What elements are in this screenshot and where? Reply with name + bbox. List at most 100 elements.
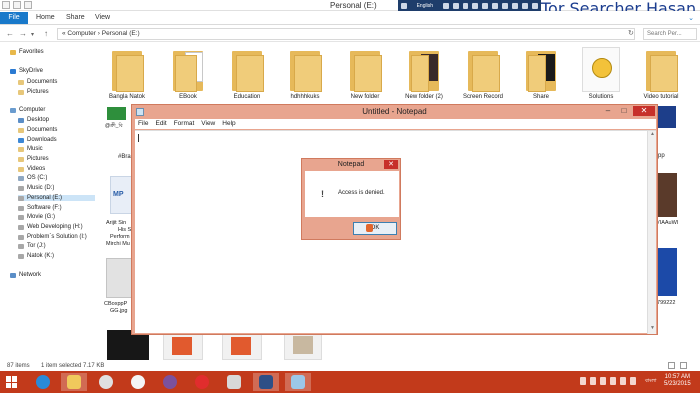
folder-item[interactable]: EBook bbox=[157, 47, 219, 100]
folder-item[interactable]: Education bbox=[216, 47, 278, 100]
screen-icon[interactable] bbox=[522, 2, 529, 9]
clock-time: 10:57 AM bbox=[664, 374, 691, 380]
folder-item[interactable]: New folder bbox=[334, 47, 396, 100]
record-icon[interactable] bbox=[472, 2, 479, 9]
tray-network-icon[interactable] bbox=[610, 377, 616, 385]
up-arrow-icon[interactable]: ↑ bbox=[44, 29, 48, 38]
tab-file[interactable]: File bbox=[0, 12, 28, 24]
tab-home[interactable]: Home bbox=[30, 12, 61, 24]
nav-drive-h[interactable]: Web Developing (H:) bbox=[18, 224, 83, 230]
search-input[interactable]: Search Per... bbox=[643, 28, 697, 40]
nav-fav-pictures[interactable]: Pictures bbox=[18, 89, 49, 95]
bell-icon[interactable] bbox=[462, 2, 469, 9]
folder-item[interactable]: New folder (2) bbox=[393, 47, 455, 100]
nav-drive-g[interactable]: Movie (G:) bbox=[18, 214, 55, 220]
folder-item[interactable]: Solutions bbox=[570, 47, 632, 100]
nav-music[interactable]: Music bbox=[18, 146, 43, 152]
viber-icon[interactable] bbox=[157, 373, 183, 391]
nav-drive-c[interactable]: OS (C:) bbox=[18, 175, 47, 181]
close-icon[interactable] bbox=[532, 2, 539, 9]
menu-view[interactable]: View bbox=[198, 119, 218, 129]
nav-drive-i[interactable]: Problem`s Solution (I:) bbox=[18, 234, 87, 240]
forward-arrow-icon[interactable]: → bbox=[19, 29, 27, 38]
crop-icon[interactable] bbox=[512, 2, 519, 9]
nav-downloads[interactable]: Downloads bbox=[18, 137, 57, 143]
folder-item[interactable]: Screen Record bbox=[452, 47, 514, 100]
large-icons-view-icon[interactable] bbox=[680, 362, 687, 369]
nav-fav-documents[interactable]: Documents bbox=[18, 79, 57, 85]
folder-item[interactable]: Share bbox=[510, 47, 572, 100]
grid-icon[interactable] bbox=[401, 2, 407, 9]
image-thumbnail[interactable] bbox=[655, 248, 677, 296]
camera-icon[interactable] bbox=[482, 2, 489, 9]
cloud-icon bbox=[10, 68, 16, 74]
opera-icon[interactable] bbox=[189, 373, 215, 391]
menu-file[interactable]: File bbox=[135, 119, 151, 129]
pen-icon[interactable] bbox=[502, 2, 509, 9]
image-thumbnail[interactable] bbox=[106, 258, 132, 298]
clock[interactable]: 10:57 AM 5/23/2015 bbox=[664, 374, 691, 388]
media-player-icon[interactable] bbox=[93, 373, 119, 391]
file-explorer-icon[interactable] bbox=[61, 373, 87, 391]
language-label[interactable]: English bbox=[411, 3, 439, 9]
cloud-icon[interactable] bbox=[442, 2, 449, 9]
tab-view[interactable]: View bbox=[89, 12, 116, 24]
address-input[interactable]: « Computer › Personal (E:) bbox=[57, 28, 635, 40]
internet-explorer-icon[interactable] bbox=[30, 373, 56, 391]
folder-item[interactable]: Bangla Natok bbox=[96, 47, 158, 100]
desktop-icon bbox=[18, 117, 24, 123]
maximize-icon[interactable]: □ bbox=[617, 106, 631, 116]
tray-power-icon[interactable] bbox=[600, 377, 606, 385]
image-thumbnail[interactable] bbox=[658, 106, 676, 128]
flag-thumbnail[interactable] bbox=[107, 107, 126, 120]
details-view-icon[interactable] bbox=[668, 362, 675, 369]
person-thumbnail[interactable] bbox=[655, 173, 677, 217]
nav-videos[interactable]: Videos bbox=[18, 166, 45, 172]
expand-ribbon-icon[interactable]: ⌄ bbox=[688, 14, 694, 22]
menu-edit[interactable]: Edit bbox=[152, 119, 169, 129]
tray-extra-icon[interactable] bbox=[630, 377, 636, 385]
nav-skydrive[interactable]: SkyDrive bbox=[10, 68, 43, 74]
input-language[interactable]: বাংলা bbox=[645, 378, 657, 386]
nav-pictures[interactable]: Pictures bbox=[18, 156, 49, 162]
tray-chevron-icon[interactable] bbox=[580, 377, 586, 385]
nav-drive-k[interactable]: Natok (K:) bbox=[18, 253, 54, 259]
properties-icon[interactable] bbox=[2, 1, 10, 9]
folder-item[interactable]: hdhhhkuks bbox=[274, 47, 336, 100]
nav-documents[interactable]: Documents bbox=[18, 127, 57, 133]
windows-start-icon[interactable] bbox=[6, 376, 18, 388]
new-folder-icon[interactable] bbox=[13, 1, 21, 9]
tray-volume-icon[interactable] bbox=[620, 377, 626, 385]
scroll-down-icon[interactable]: ▼ bbox=[648, 325, 657, 334]
recent-locations-icon[interactable]: ▾ bbox=[31, 31, 34, 38]
nav-computer[interactable]: Computer bbox=[10, 107, 45, 113]
back-arrow-icon[interactable]: ← bbox=[6, 29, 14, 38]
lock-icon[interactable] bbox=[452, 2, 459, 9]
dialog-close-icon[interactable]: ✕ bbox=[384, 160, 398, 169]
refresh-icon[interactable]: ↻ bbox=[628, 29, 634, 37]
scroll-up-icon[interactable]: ▲ bbox=[648, 131, 657, 140]
panda-icon[interactable] bbox=[125, 373, 151, 391]
ok-button[interactable]: OK bbox=[353, 222, 397, 235]
document-icon[interactable]: MP bbox=[110, 176, 132, 214]
tab-share[interactable]: Share bbox=[60, 12, 91, 24]
folder-item[interactable]: Video tutorial bbox=[630, 47, 692, 100]
settings-icon[interactable] bbox=[492, 2, 499, 9]
menu-format[interactable]: Format bbox=[171, 119, 198, 129]
nav-drive-j[interactable]: Tor (J:) bbox=[18, 243, 46, 249]
vertical-scrollbar[interactable]: ▲ ▼ bbox=[647, 131, 656, 334]
tray-flag-icon[interactable] bbox=[590, 377, 596, 385]
nav-network[interactable]: Network bbox=[10, 272, 41, 278]
notepad-taskbar-icon[interactable] bbox=[285, 373, 311, 391]
nav-drive-f[interactable]: Software (F:) bbox=[18, 205, 62, 211]
nav-drive-e[interactable]: Personal (E:) bbox=[18, 195, 95, 201]
nav-favorites[interactable]: Favorites bbox=[10, 49, 44, 55]
minimize-icon[interactable]: – bbox=[601, 106, 615, 116]
recorder-app-icon[interactable] bbox=[221, 373, 247, 391]
close-icon[interactable]: ✕ bbox=[633, 106, 655, 116]
customize-icon[interactable] bbox=[24, 1, 32, 9]
menu-help[interactable]: Help bbox=[219, 119, 238, 129]
nav-desktop[interactable]: Desktop bbox=[18, 117, 49, 123]
floppy-app-icon[interactable] bbox=[253, 373, 279, 391]
nav-drive-d[interactable]: Music (D:) bbox=[18, 185, 54, 191]
